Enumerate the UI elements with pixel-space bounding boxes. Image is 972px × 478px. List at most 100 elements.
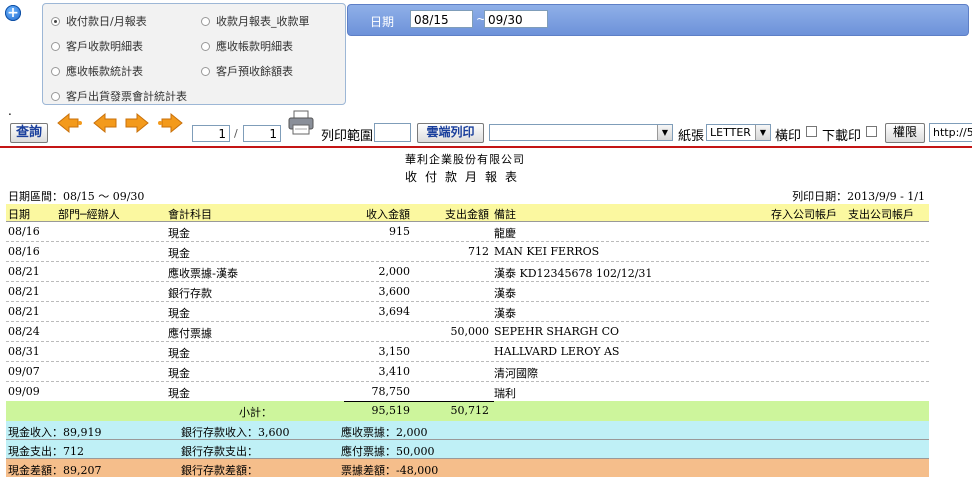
page-current-input[interactable]: 1 [192,125,230,142]
bank-expense: 銀行存款支出： [181,445,258,458]
report-option-label: 客戶收款明細表 [66,40,143,53]
add-icon[interactable]: + [5,5,21,21]
summary-row-difference: 現金差額：89,207 銀行存款差額： 票據差額：-48,000 [6,459,929,477]
notes-payable: 應付票據：50,000 [341,445,435,458]
date-label: 日期 [370,15,395,29]
table-row: 09/07 現金 3,410 清河國際 [6,362,929,382]
period-label: 日期區間：08/15 ～ 09/30 [8,190,145,203]
report-option-ar-detail[interactable]: 應收帳款明細表 [201,38,293,54]
print-range-label: 列印範圍 [321,129,374,144]
income-cell: 3,600 [378,285,411,298]
chevron-down-icon[interactable]: ▼ [755,125,770,140]
paper-label: 紙張 [678,129,705,144]
report-table: 日期 部門─經辦人 會計科目 收入金額 支出金額 備註 存入公司帳戶 支出公司帳… [6,204,929,477]
account-cell: 現金 [168,307,190,320]
chevron-down-icon[interactable]: ▼ [657,125,672,140]
column-header: 支出公司帳戶 [848,208,914,221]
paper-select[interactable]: LETTER ▼ [706,124,771,141]
first-page-icon[interactable] [56,111,82,135]
table-row: 08/24 應付票據 50,000 SEPEHR SHARGH CO [6,322,929,342]
report-option-daily-monthly[interactable]: 收付款日/月報表 [51,13,147,29]
query-button[interactable]: 查詢 [10,123,48,143]
account-cell: 應收票據-漢泰 [168,267,238,280]
date-cell: 09/09 [8,385,40,398]
subtotal-label: 小計： [239,406,272,419]
report-option-label: 客戶出貨發票會計統計表 [66,90,187,103]
account-cell: 現金 [168,227,190,240]
url-field[interactable]: http://59 [929,123,972,142]
divider [0,146,972,148]
account-cell: 現金 [168,347,190,360]
date-cell: 08/21 [8,285,40,298]
last-page-icon[interactable] [158,111,184,135]
dot-mark: . [8,104,12,118]
report-option-customer-receipt-detail[interactable]: 客戶收款明細表 [51,38,143,54]
note-cell: SEPEHR SHARGH CO [494,325,620,338]
column-header: 日期 [8,208,30,221]
column-header: 部門─經辦人 [58,208,120,221]
page-separator: / [234,127,238,140]
table-header: 日期 部門─經辦人 會計科目 收入金額 支出金額 備註 存入公司帳戶 支出公司帳… [6,204,929,222]
date-cell: 08/16 [8,225,40,238]
radio-icon[interactable] [201,16,210,26]
report-option-label: 應收帳款統計表 [66,65,143,78]
report-option-label: 收付款日/月報表 [66,15,147,28]
date-cell: 08/21 [8,265,40,278]
column-header: 收入金額 [366,208,410,221]
download-label: 下載印 [822,129,862,144]
radio-icon[interactable] [51,66,60,76]
account-cell: 應付票據 [168,327,212,340]
radio-icon[interactable] [51,41,60,51]
date-to-input[interactable]: 09/30 [484,10,548,28]
account-cell: 現金 [168,387,190,400]
summary-row-income: 現金收入：89,919 銀行存款收入：3,600 應收票據：2,000 [6,421,929,440]
radio-icon[interactable] [201,66,210,76]
subtotal-expense: 50,712 [450,404,490,417]
permission-button[interactable]: 權限 [885,123,925,143]
cash-difference: 現金差額：89,207 [8,464,102,477]
subtotal-rule [344,401,494,402]
cloud-print-button[interactable]: 雲端列印 [417,123,484,143]
income-cell: 2,000 [378,265,411,278]
page-total-field: 1 [243,125,281,142]
printer-select[interactable]: ▼ [489,124,673,141]
download-checkbox[interactable] [866,126,877,137]
bank-income: 銀行存款收入：3,600 [181,426,290,439]
date-cell: 09/07 [8,365,40,378]
report-option-label: 收款月報表_收款單 [216,15,310,28]
column-header: 備註 [494,208,516,221]
date-cell: 08/24 [8,325,40,338]
account-cell: 銀行存款 [168,287,212,300]
radio-icon[interactable] [201,41,210,51]
income-cell: 3,694 [378,305,411,318]
income-cell: 78,750 [371,385,411,398]
report-option-monthly-receipt[interactable]: 收款月報表_收款單 [201,13,310,29]
date-filter-box: 日期 08/15 ~ 09/30 [347,4,969,36]
note-cell: HALLVARD LEROY AS [494,345,620,358]
printer-icon[interactable] [287,110,315,136]
report-option-label: 客戶預收餘額表 [216,65,293,78]
cash-income: 現金收入：89,919 [8,426,102,439]
date-cell: 08/16 [8,245,40,258]
bank-difference: 銀行存款差額： [181,464,258,477]
date-from-input[interactable]: 08/15 [410,10,473,28]
date-cell: 08/21 [8,305,40,318]
print-range-input[interactable] [374,123,411,142]
report-option-invoice-statistics[interactable]: 客戶出貨發票會計統計表 [51,88,187,104]
previous-page-icon[interactable] [92,111,118,135]
table-row: 08/21 現金 3,694 漢泰 [6,302,929,322]
report-option-customer-prepaid[interactable]: 客戶預收餘額表 [201,63,293,79]
cash-expense: 現金支出：712 [8,445,84,458]
next-page-icon[interactable] [124,111,150,135]
column-header: 會計科目 [168,208,212,221]
report-option-label: 應收帳款明細表 [216,40,293,53]
radio-icon[interactable] [51,16,60,26]
table-row: 08/31 現金 3,150 HALLVARD LEROY AS [6,342,929,362]
column-header: 支出金額 [445,208,489,221]
landscape-checkbox[interactable] [806,126,817,137]
report-option-ar-statistics[interactable]: 應收帳款統計表 [51,63,143,79]
note-cell: 漢泰 [494,287,516,300]
expense-cell: 50,000 [450,325,490,338]
radio-icon[interactable] [51,91,60,101]
notes-receivable: 應收票據：2,000 [341,426,428,439]
